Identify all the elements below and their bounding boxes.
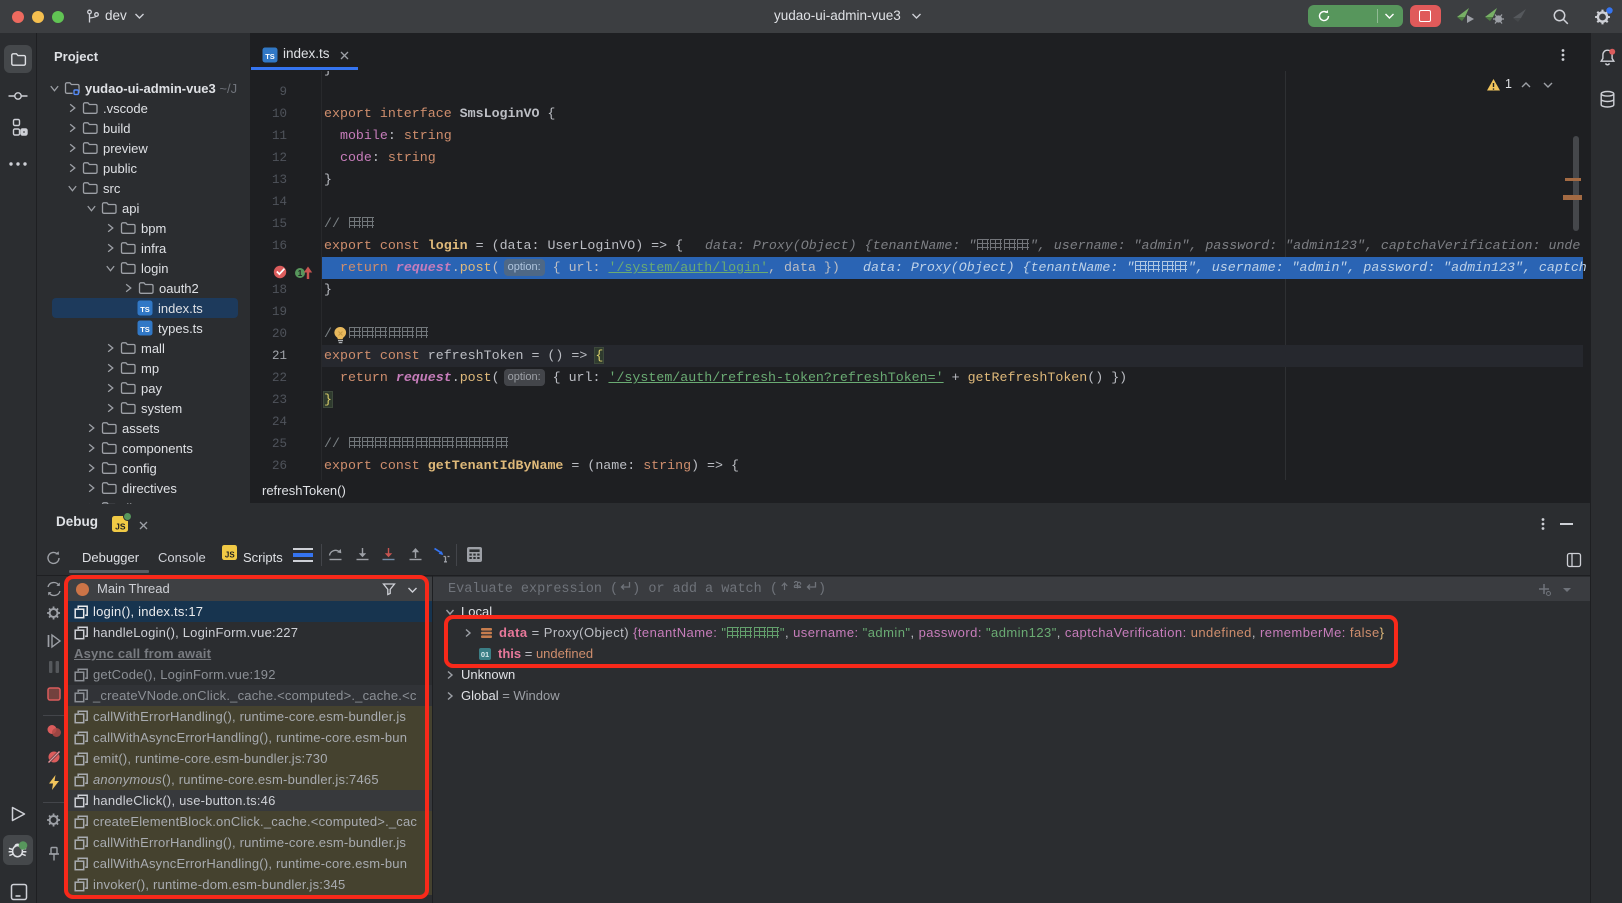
svg-text:TS: TS bbox=[265, 52, 275, 61]
svg-text:01: 01 bbox=[481, 650, 489, 659]
svg-text:TS: TS bbox=[140, 305, 150, 314]
svg-text:1: 1 bbox=[298, 269, 303, 278]
svg-text:TS: TS bbox=[140, 325, 150, 334]
